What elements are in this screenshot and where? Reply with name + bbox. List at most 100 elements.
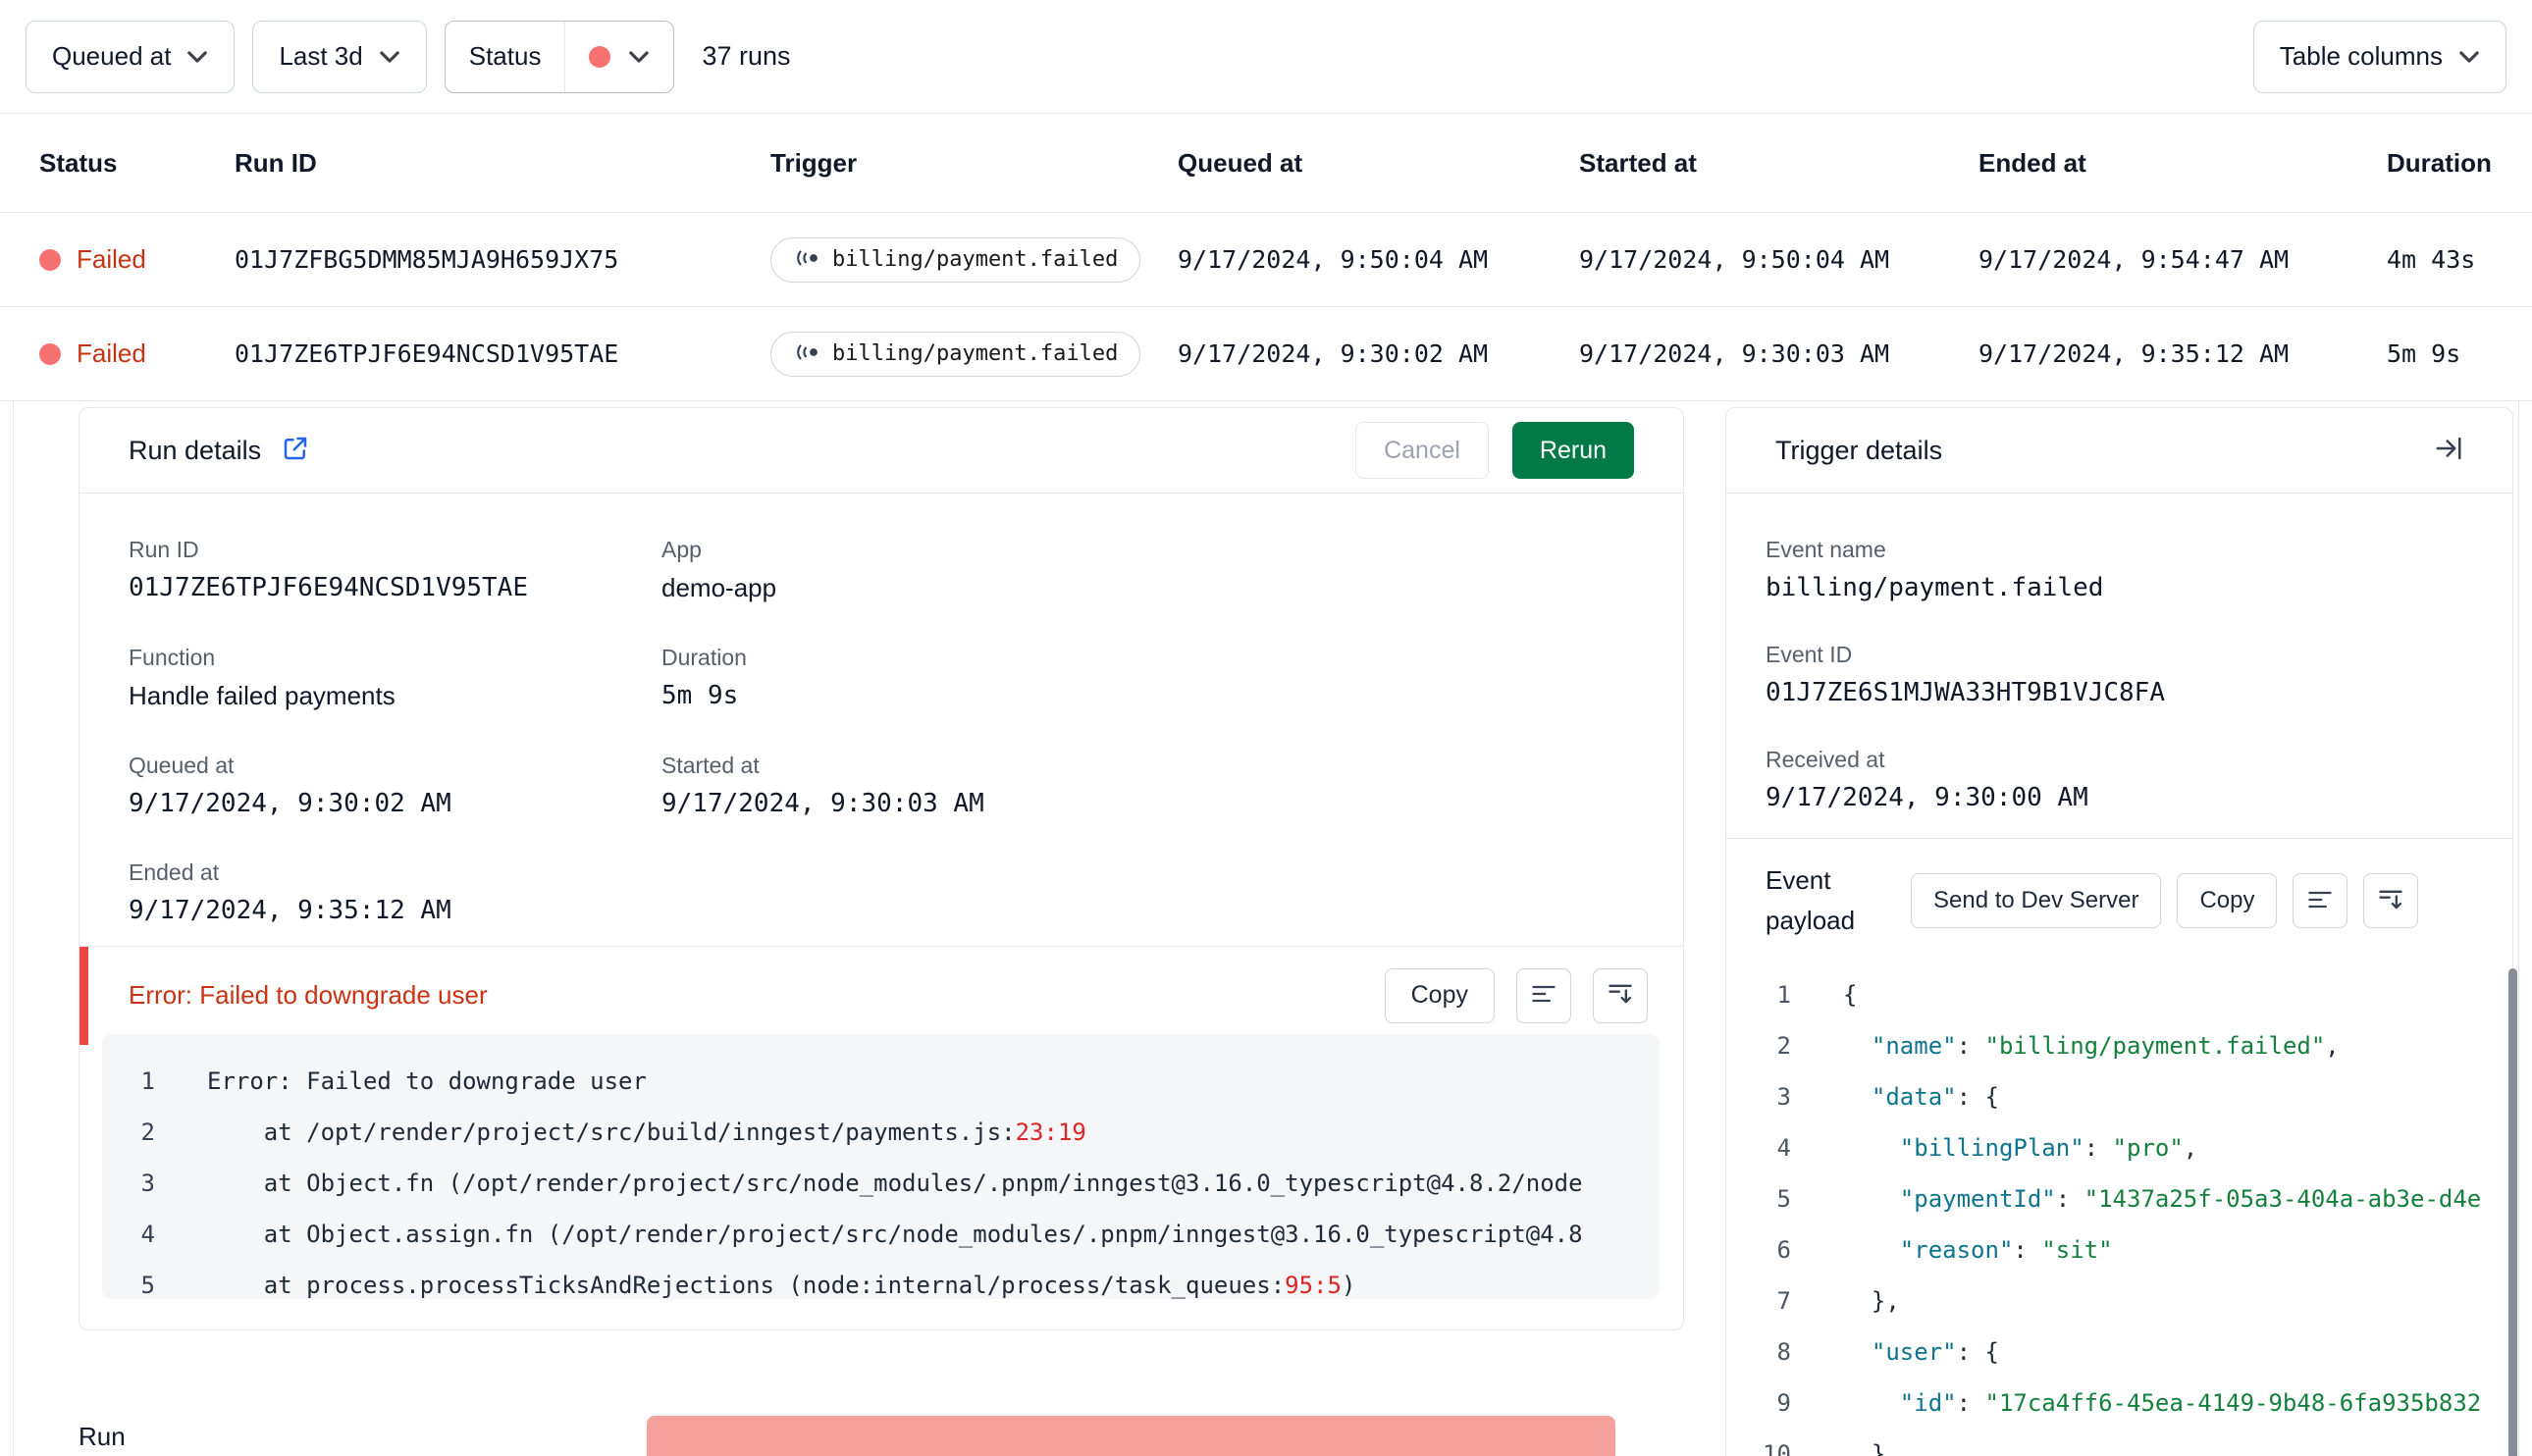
- send-to-dev-server-button[interactable]: Send to Dev Server: [1911, 873, 2162, 928]
- field-received-at: Received at 9/17/2024, 9:30:00 AM: [1766, 747, 2473, 812]
- wrap-text-button[interactable]: [2293, 873, 2348, 928]
- line-number: 9: [1776, 1389, 1791, 1417]
- code-line: 7 },: [1726, 1275, 2503, 1326]
- status-filter-value: [565, 22, 673, 92]
- status-text: Failed: [77, 244, 146, 274]
- code-line: 1{: [1726, 969, 2503, 1020]
- event-payload-label: Event payload: [1766, 865, 1856, 935]
- status-filter-button[interactable]: Status: [444, 20, 675, 93]
- line-content: "data": {: [1871, 1083, 1999, 1111]
- scroll-to-bottom-icon: [2377, 886, 2404, 916]
- status-dot: [39, 342, 61, 365]
- error-title: Error: Failed to downgrade user: [129, 980, 488, 1010]
- line-number: 6: [1776, 1236, 1791, 1264]
- code-line: 1 Error: Failed to downgrade user: [102, 1056, 1660, 1107]
- line-content: at Object.assign.fn (/opt/render/project…: [207, 1221, 1583, 1248]
- status-filter-label: Status: [446, 21, 566, 92]
- code-line: 5 at process.processTicksAndRejections (…: [102, 1260, 1660, 1299]
- copy-button[interactable]: Copy: [1384, 967, 1495, 1023]
- line-number: 10: [1763, 1440, 1791, 1456]
- started-at-cell: 9/17/2024, 9:50:04 AM: [1579, 245, 1890, 274]
- started-at-cell: 9/17/2024, 9:30:03 AM: [1579, 339, 1890, 368]
- field-run-id: Run ID 01J7ZE6TPJF6E94NCSD1V95TAE: [129, 537, 661, 603]
- field-label: Event name: [1766, 537, 1886, 562]
- field-queued-at: Queued at 9/17/2024, 9:30:02 AM: [129, 753, 661, 818]
- run-status: Failed: [39, 244, 235, 275]
- field-value: 9/17/2024, 9:30:03 AM: [661, 789, 984, 818]
- table-row[interactable]: Failed 01J7ZE6TPJF6E94NCSD1V95TAE billin…: [0, 307, 2532, 401]
- scroll-to-bottom-icon: [1607, 980, 1634, 1011]
- trigger-details-title: Trigger details: [1775, 435, 1943, 465]
- field-label: Queued at: [129, 753, 235, 778]
- time-range-filter-button[interactable]: Last 3d: [252, 20, 427, 93]
- queued-at-filter-button[interactable]: Queued at: [26, 20, 236, 93]
- code-line: 6 "reason": "sit": [1726, 1224, 2503, 1275]
- collapse-panel-icon[interactable]: [2434, 434, 2463, 468]
- line-content: }: [1843, 1440, 1886, 1456]
- code-line: 10 }: [1726, 1429, 2503, 1456]
- duration-cell: 5m 9s: [2387, 339, 2461, 368]
- app-link[interactable]: demo-app: [661, 573, 776, 602]
- copy-button[interactable]: Copy: [2177, 873, 2278, 928]
- status-filter-dot: [589, 45, 611, 68]
- code-line: 8 "user": {: [1726, 1326, 2503, 1378]
- ended-at-cell: 9/17/2024, 9:54:47 AM: [1978, 245, 2290, 274]
- event-payload-header: Event payload Send to Dev Server Copy: [1726, 838, 2512, 941]
- trigger-badge[interactable]: billing/payment.failed: [770, 236, 1141, 283]
- field-label: Started at: [661, 753, 760, 778]
- rerun-button[interactable]: Rerun: [1511, 422, 1634, 479]
- line-number: 1: [140, 1067, 155, 1095]
- line-number: 7: [1776, 1287, 1791, 1315]
- time-range-filter-label: Last 3d: [279, 41, 363, 71]
- ended-at-cell: 9/17/2024, 9:35:12 AM: [1978, 339, 2290, 368]
- field-value: 01J7ZE6S1MJWA33HT9B1VJC8FA: [1766, 678, 2165, 707]
- run-status: Failed: [39, 338, 235, 369]
- runs-table: Status Run ID Trigger Queued at Started …: [0, 114, 2532, 401]
- field-function: Function Handle failed payments: [129, 645, 661, 711]
- table-columns-button[interactable]: Table columns: [2252, 20, 2506, 93]
- code-line: 5 "paymentId": "1437a25f-05a3-404a-ab3e-…: [1726, 1173, 2503, 1224]
- status-dot: [39, 248, 61, 271]
- line-content: "name": "billing/payment.failed",: [1871, 1032, 2340, 1060]
- column-header-duration: Duration: [2387, 147, 2492, 178]
- field-value: billing/payment.failed: [1766, 573, 2104, 602]
- cancel-button[interactable]: Cancel: [1355, 422, 1489, 479]
- line-number: 5: [1776, 1185, 1791, 1213]
- code-line: 3 at Object.fn (/opt/render/project/src/…: [102, 1158, 1660, 1209]
- field-value: 9/17/2024, 9:30:00 AM: [1766, 783, 2088, 812]
- column-header-started-at: Started at: [1579, 147, 1697, 178]
- trigger-badge[interactable]: billing/payment.failed: [770, 331, 1141, 377]
- queued-at-cell: 9/17/2024, 9:50:04 AM: [1178, 245, 1489, 274]
- run-trace-bar[interactable]: [647, 1416, 1615, 1456]
- table-row[interactable]: Failed 01J7ZFBG5DMM85MJA9H659JX75 billin…: [0, 213, 2532, 307]
- event-trigger-icon: [793, 247, 820, 272]
- code-line: 4 "billingPlan": "pro",: [1726, 1122, 2503, 1173]
- column-header-queued-at: Queued at: [1178, 147, 1303, 178]
- scrollbar[interactable]: [2508, 968, 2517, 1456]
- run-details-fields: Run ID 01J7ZE6TPJF6E94NCSD1V95TAE App de…: [79, 494, 1683, 925]
- scroll-to-bottom-button[interactable]: [2363, 873, 2419, 928]
- code-line: 4 at Object.assign.fn (/opt/render/proje…: [102, 1209, 1660, 1260]
- code-line: 9 "id": "17ca4ff6-45ea-4149-9b48-6fa935b…: [1726, 1378, 2503, 1429]
- line-number: 4: [140, 1221, 155, 1248]
- field-label: Received at: [1766, 747, 1885, 772]
- field-duration: Duration 5m 9s: [661, 645, 1634, 711]
- function-link[interactable]: Handle failed payments: [129, 681, 396, 710]
- error-banner: Error: Failed to downgrade user Copy: [79, 946, 1683, 1045]
- timeline-run-label: Run: [79, 1422, 126, 1451]
- line-content: Error: Failed to downgrade user: [207, 1067, 647, 1095]
- code-line: 2 at /opt/render/project/src/build/innge…: [102, 1107, 1660, 1158]
- open-in-new-icon[interactable]: [281, 434, 310, 468]
- chevron-down-icon: [2458, 50, 2480, 64]
- filters-toolbar: Queued at Last 3d Status 37 runs Table c…: [0, 0, 2532, 114]
- trigger-badge-label: billing/payment.failed: [832, 247, 1119, 272]
- line-number: 3: [1776, 1083, 1791, 1111]
- error-stack-trace: 1 Error: Failed to downgrade user 2 at /op…: [102, 1034, 1660, 1299]
- trigger-details-fields: Event name billing/payment.failed Event …: [1726, 494, 2512, 812]
- line-content: "billingPlan": "pro",: [1899, 1134, 2198, 1162]
- wrap-text-icon: [2306, 886, 2334, 916]
- scroll-to-bottom-button[interactable]: [1593, 967, 1648, 1023]
- wrap-text-button[interactable]: [1516, 967, 1571, 1023]
- runs-table-header: Status Run ID Trigger Queued at Started …: [0, 114, 2532, 213]
- queued-at-cell: 9/17/2024, 9:30:02 AM: [1178, 339, 1489, 368]
